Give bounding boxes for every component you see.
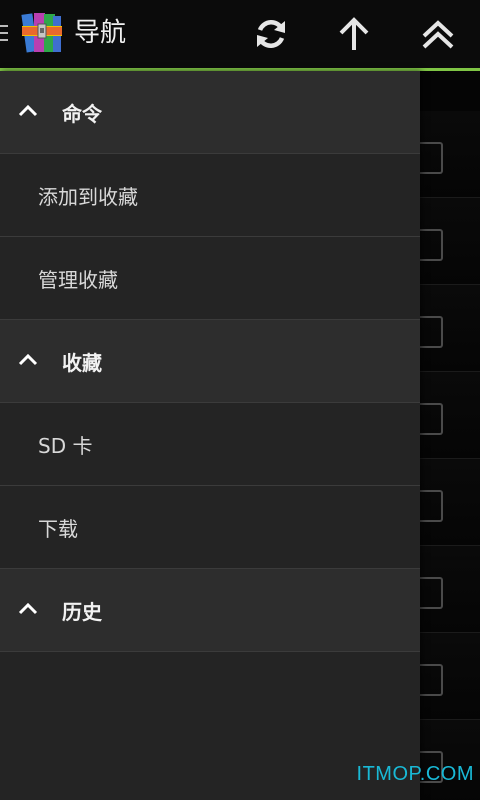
section-label: 命令 (62, 101, 102, 126)
refresh-button[interactable] (245, 8, 297, 60)
checkbox[interactable] (419, 664, 443, 696)
chevron-up-icon (18, 602, 38, 615)
section-header-commands[interactable]: 命令 (0, 71, 420, 154)
action-bar: 导航 (0, 0, 480, 68)
section-label: 收藏 (62, 350, 102, 375)
drawer-item-label: 添加到收藏 (38, 184, 138, 209)
checkbox[interactable] (419, 490, 443, 522)
double-chevron-up-icon (422, 20, 454, 49)
app-screen: 导航 命令 添加到收藏 管理收藏 收藏 SD 卡 下载 历史 ITMOP.COM (0, 0, 480, 800)
drawer-item-label: 下载 (38, 516, 78, 541)
drawer-item-sd-card[interactable]: SD 卡 (0, 403, 420, 486)
chevron-up-icon (18, 353, 38, 366)
up-button[interactable] (328, 8, 380, 60)
section-header-history[interactable]: 历史 (0, 569, 420, 652)
checkbox[interactable] (419, 316, 443, 348)
checkbox[interactable] (419, 229, 443, 261)
chevron-up-icon (18, 104, 38, 117)
checkbox[interactable] (419, 577, 443, 609)
arrow-up-icon (339, 17, 369, 50)
checkbox[interactable] (419, 142, 443, 174)
app-title: 导航 (74, 18, 127, 48)
navigation-drawer: 命令 添加到收藏 管理收藏 收藏 SD 卡 下载 历史 (0, 71, 420, 800)
drawer-item-manage-favorites[interactable]: 管理收藏 (0, 237, 420, 320)
section-label: 历史 (62, 599, 102, 624)
drawer-item-downloads[interactable]: 下载 (0, 486, 420, 569)
collapse-all-button[interactable] (412, 8, 464, 60)
drawer-item-add-favorite[interactable]: 添加到收藏 (0, 154, 420, 237)
drawer-item-label: 管理收藏 (38, 267, 118, 292)
drawer-item-label: SD 卡 (38, 433, 93, 458)
drawer-indicator-icon[interactable] (0, 25, 8, 43)
app-logo-icon[interactable] (20, 10, 64, 56)
section-header-favorites[interactable]: 收藏 (0, 320, 420, 403)
watermark: ITMOP.COM (356, 763, 474, 785)
checkbox[interactable] (419, 403, 443, 435)
refresh-icon (257, 20, 285, 48)
